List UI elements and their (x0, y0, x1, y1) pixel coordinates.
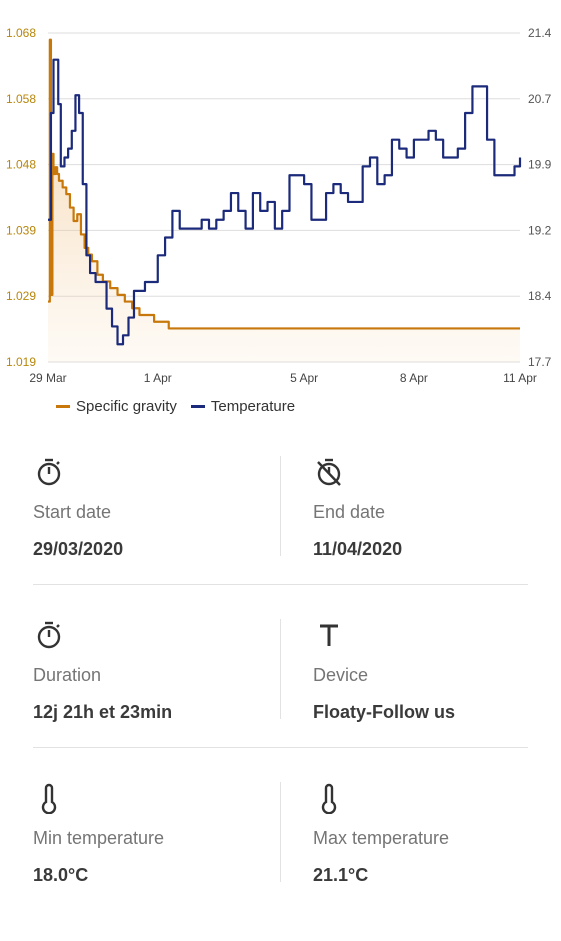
y-left-tick-label: 1.058 (6, 92, 36, 106)
stat-label: Start date (33, 502, 112, 522)
stat-value: Floaty-Follow us (313, 702, 455, 722)
vertical-divider (280, 619, 281, 719)
legend-label-temperature: Temperature (210, 398, 296, 415)
y-left-tick-label: 1.029 (6, 289, 36, 303)
y-left-tick-label: 1.039 (6, 223, 36, 237)
y-right-tick-label: 19.2 (528, 223, 552, 237)
stat-value: 29/03/2020 (33, 539, 124, 559)
legend-item-temperature: Temperature (190, 398, 296, 415)
stat-duration: Duration 12j 21h et 23min (33, 615, 263, 778)
series-area-0 (48, 39, 520, 362)
stat-label: Duration (33, 665, 102, 685)
y-right-tick-label: 18.4 (528, 289, 552, 303)
stat-row-temperatures: Min temperature 18.0°C Max temperature 2… (0, 778, 561, 941)
stats-grid: Start date 29/03/2020 End date 11/04/202… (0, 452, 561, 941)
stat-value: 21.1°C (313, 865, 369, 885)
y-right-tick-label: 20.7 (528, 92, 552, 106)
thermometer-icon (41, 783, 57, 814)
vertical-divider (280, 782, 281, 882)
device-t-icon (320, 624, 338, 646)
stat-max-temperature: Max temperature 21.1°C (313, 778, 543, 941)
stat-row-info: Duration 12j 21h et 23min Device Floaty-… (0, 615, 561, 778)
thermometer-icon (321, 783, 337, 814)
stat-label: Min temperature (33, 828, 165, 848)
stat-end-date: End date 11/04/2020 (313, 452, 543, 615)
stopwatch-off-icon (317, 458, 341, 486)
x-tick-label: 1 Apr (144, 371, 172, 385)
fermentation-chart: 1.068 21.4 1.058 20.7 1.048 19.9 1.039 19.2 1.02… (0, 0, 561, 400)
stat-label: Max temperature (313, 828, 450, 848)
chart-svg: 1.068 21.4 1.058 20.7 1.048 19.9 1.039 19.2 1.02… (6, 26, 552, 385)
stopwatch-icon (37, 458, 61, 486)
stat-value: 11/04/2020 (313, 539, 403, 559)
y-left-tick-label: 1.048 (6, 158, 36, 172)
x-tick-label: 29 Mar (29, 371, 66, 385)
y-right-tick-label: 17.7 (528, 355, 552, 369)
stat-device: Device Floaty-Follow us (313, 615, 543, 778)
chart-legend: Specific gravity Temperature (56, 398, 295, 415)
stat-value: 18.0°C (33, 865, 89, 885)
stat-label: Device (313, 665, 369, 685)
series-line-0 (48, 38, 520, 330)
stopwatch-icon (37, 621, 61, 649)
legend-item-gravity: Specific gravity (56, 398, 177, 415)
horizontal-divider (33, 747, 528, 748)
stat-label: End date (313, 502, 386, 522)
stat-value: 12j 21h et 23min (33, 702, 173, 722)
stat-row-dates: Start date 29/03/2020 End date 11/04/202… (0, 452, 561, 615)
x-tick-label: 8 Apr (400, 371, 428, 385)
legend-label-gravity: Specific gravity (76, 398, 177, 415)
stat-start-date: Start date 29/03/2020 (33, 452, 263, 615)
legend-swatch-gravity (56, 405, 70, 408)
y-left-tick-label: 1.068 (6, 26, 36, 40)
x-tick-label: 11 Apr (503, 371, 537, 385)
x-tick-label: 5 Apr (290, 371, 318, 385)
y-right-tick-label: 21.4 (528, 26, 552, 40)
legend-swatch-temperature (190, 405, 205, 408)
y-right-tick-label: 19.9 (528, 158, 552, 172)
horizontal-divider (33, 584, 528, 585)
vertical-divider (280, 456, 281, 556)
y-left-tick-label: 1.019 (6, 355, 36, 369)
stat-min-temperature: Min temperature 18.0°C (33, 778, 263, 941)
